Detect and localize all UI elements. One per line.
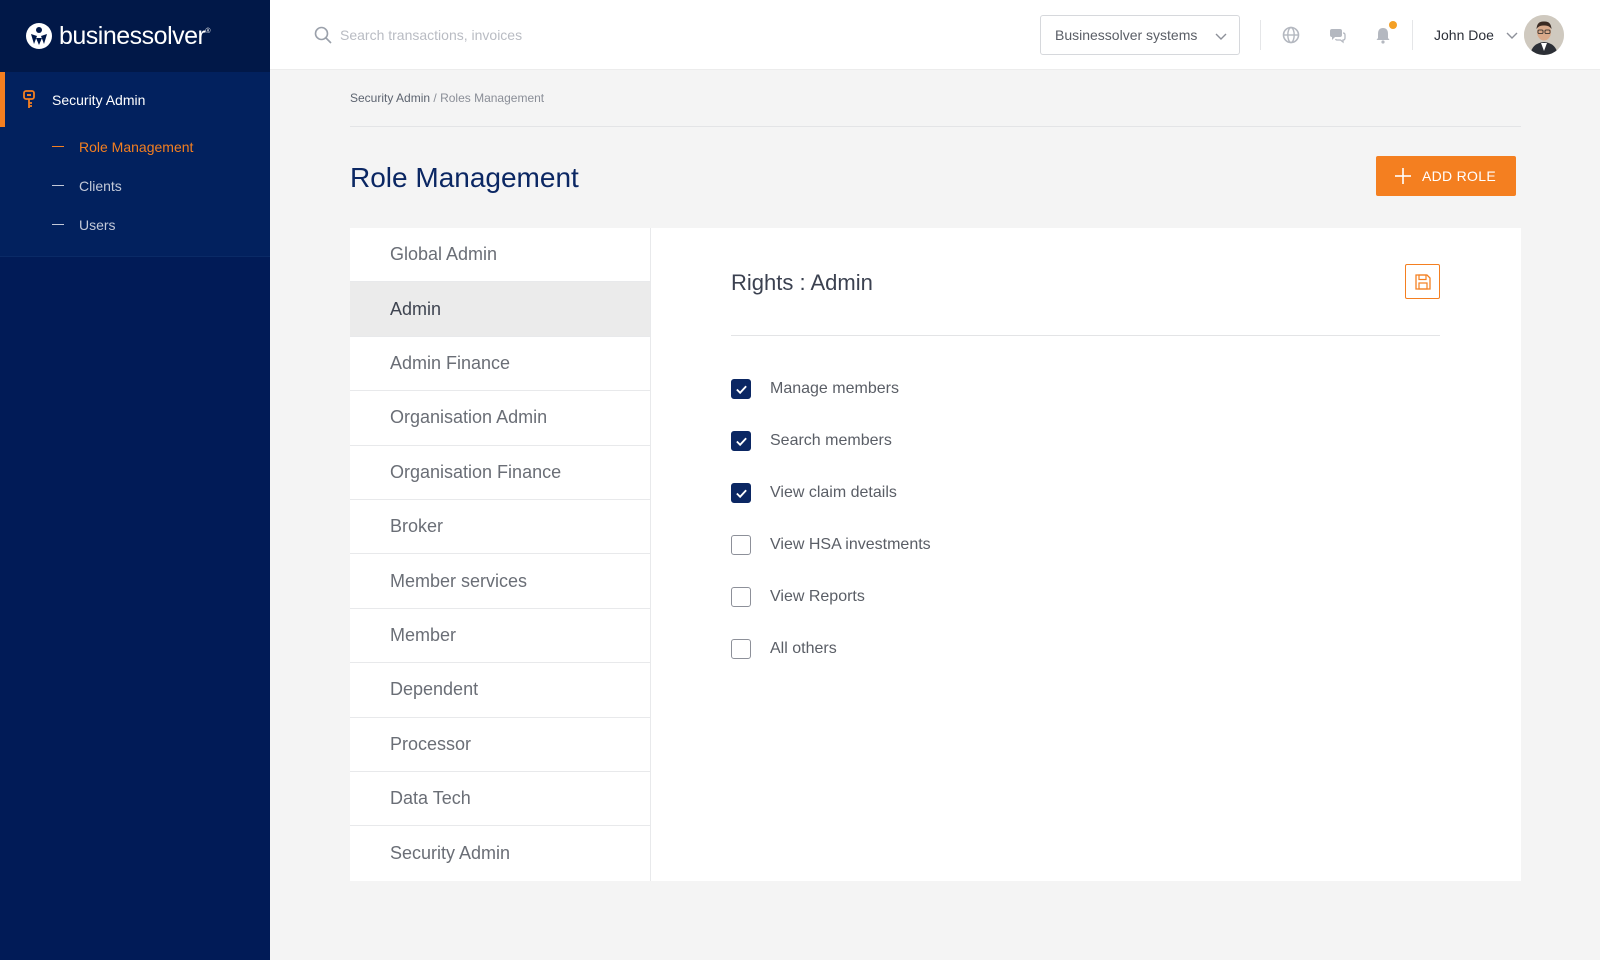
right-label: View HSA investments [770,536,931,553]
right-item-manage-members[interactable]: Manage members [731,379,931,431]
role-item-broker[interactable]: Broker [350,500,650,555]
dash-icon [52,185,64,186]
add-role-button[interactable]: ADD ROLE [1376,156,1516,196]
checkbox-unchecked[interactable] [731,639,751,659]
save-button[interactable] [1405,264,1440,299]
businessolver-logo-icon [26,23,52,49]
role-panel: Global Admin Admin Admin Finance Organis… [350,228,1521,881]
right-label: View claim details [770,484,897,501]
chevron-down-icon [1215,33,1227,40]
right-item-view-reports[interactable]: View Reports [731,587,931,639]
role-item-global-admin[interactable]: Global Admin [350,228,650,283]
right-item-view-hsa-investments[interactable]: View HSA investments [731,535,931,587]
role-list: Global Admin Admin Admin Finance Organis… [350,228,651,881]
role-item-admin[interactable]: Admin [350,282,650,337]
checkmark-icon [735,437,747,446]
checkbox-checked[interactable] [731,483,751,503]
top-bar: Businessolver systems John Doe [270,0,1600,70]
sidebar-item-label: Users [79,216,116,233]
role-item-processor[interactable]: Processor [350,718,650,772]
rights-title: Rights : Admin [731,270,873,295]
divider [1412,20,1413,50]
sidebar-nav: Security Admin Role Management Clients U… [0,72,270,257]
right-label: All others [770,640,837,657]
organization-select[interactable]: Businessolver systems [1040,15,1240,55]
divider [1260,20,1261,50]
rights-list: Manage members Search members View claim… [731,379,931,691]
user-avatar-icon [1524,15,1564,55]
role-item-data-tech[interactable]: Data Tech [350,772,650,827]
breadcrumb-separator: / [430,91,441,105]
role-item-member[interactable]: Member [350,609,650,664]
right-label: View Reports [770,588,865,605]
sidebar-item-role-management[interactable]: Role Management [0,127,270,166]
right-item-search-members[interactable]: Search members [731,431,931,483]
organization-select-value: Businessolver systems [1055,27,1198,43]
sidebar-item-label: Clients [79,177,122,194]
user-name[interactable]: John Doe [1434,27,1494,43]
role-item-organisation-admin[interactable]: Organisation Admin [350,391,650,446]
notification-dot [1389,21,1397,29]
role-item-organisation-finance[interactable]: Organisation Finance [350,446,650,500]
role-item-admin-finance[interactable]: Admin Finance [350,337,650,392]
logo-text: businessolver [59,21,206,50]
right-item-all-others[interactable]: All others [731,639,931,691]
sidebar-section-label: Security Admin [52,91,146,108]
dash-icon [52,224,64,225]
brand-logo[interactable]: businessolver ® [0,0,270,72]
divider [731,335,1440,336]
trademark-mark: ® [205,28,211,35]
right-label: Manage members [770,380,899,397]
checkmark-icon [735,489,747,498]
sidebar-item-label: Role Management [79,138,194,155]
avatar[interactable] [1524,15,1564,55]
role-item-dependent[interactable]: Dependent [350,663,650,718]
dash-icon [52,146,64,147]
divider [350,126,1521,127]
sidebar-item-clients[interactable]: Clients [0,166,270,205]
page-title: Role Management [350,162,579,193]
save-icon [1414,273,1431,290]
sidebar-item-users[interactable]: Users [0,205,270,244]
checkbox-checked[interactable] [731,379,751,399]
checkbox-checked[interactable] [731,431,751,451]
chat-icon[interactable] [1328,26,1346,44]
key-icon [23,90,35,108]
breadcrumb-current: Roles Management [440,91,545,105]
sidebar-section-security-admin[interactable]: Security Admin [0,72,270,127]
right-label: Search members [770,432,892,449]
plus-icon [1395,168,1411,184]
breadcrumb-root[interactable]: Security Admin [350,91,430,105]
role-item-member-services[interactable]: Member services [350,554,650,609]
checkmark-icon [735,385,747,394]
bell-icon[interactable] [1374,26,1392,44]
search-icon [314,26,332,44]
right-item-view-claim-details[interactable]: View claim details [731,483,931,535]
globe-icon[interactable] [1282,26,1300,44]
add-role-label: ADD ROLE [1422,168,1496,184]
checkbox-unchecked[interactable] [731,587,751,607]
sidebar: businessolver ® Security Admin Role Mana… [0,0,270,960]
breadcrumb: Security Admin / Roles Management [350,91,544,105]
role-item-security-admin[interactable]: Security Admin [350,826,650,880]
checkbox-unchecked[interactable] [731,535,751,555]
chevron-down-icon[interactable] [1506,30,1518,40]
search-input[interactable] [340,22,700,48]
